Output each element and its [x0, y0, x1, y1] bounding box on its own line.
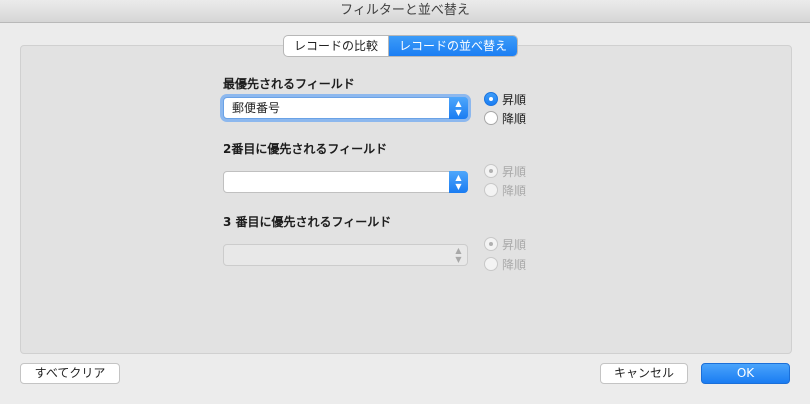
tertiary-descending-radio: 降順 — [484, 256, 526, 272]
tertiary-ascending-label: 昇順 — [502, 237, 527, 252]
secondary-field-label: 2番目に優先されるフィールド — [223, 142, 388, 156]
radio-unselected-icon — [484, 111, 498, 125]
tab-sort-records[interactable]: レコードの並べ替え — [388, 36, 518, 56]
tertiary-descending-label: 降順 — [502, 257, 527, 272]
radio-selected-icon — [484, 237, 498, 251]
sort-panel — [20, 45, 792, 354]
secondary-descending-radio: 降順 — [484, 182, 526, 198]
tertiary-field-select: ▲ ▼ — [223, 244, 468, 266]
radio-selected-icon — [484, 164, 498, 178]
secondary-ascending-radio: 昇順 — [484, 163, 526, 179]
secondary-field-select[interactable]: ▲ ▼ — [223, 171, 468, 193]
chevron-updown-icon: ▲ ▼ — [449, 171, 468, 193]
primary-ascending-label: 昇順 — [502, 92, 527, 107]
tertiary-field-label: 3 番目に優先されるフィールド — [223, 215, 392, 229]
secondary-descending-label: 降順 — [502, 183, 527, 198]
tertiary-ascending-radio: 昇順 — [484, 236, 526, 252]
primary-field-value: 郵便番号 — [232, 101, 281, 115]
primary-field-label: 最優先されるフィールド — [223, 77, 355, 91]
primary-descending-label: 降順 — [502, 111, 527, 126]
chevron-updown-icon: ▲ ▼ — [449, 97, 468, 119]
chevron-updown-icon: ▲ ▼ — [455, 246, 462, 264]
primary-ascending-radio[interactable]: 昇順 — [484, 91, 526, 107]
primary-descending-radio[interactable]: 降順 — [484, 110, 526, 126]
clear-all-button[interactable]: すべてクリア — [20, 363, 120, 384]
tab-bar: レコードの比較 レコードの並べ替え — [284, 36, 518, 56]
secondary-ascending-label: 昇順 — [502, 164, 527, 179]
tab-compare-records[interactable]: レコードの比較 — [284, 36, 388, 56]
primary-field-select[interactable]: 郵便番号 ▲ ▼ — [223, 97, 468, 119]
radio-unselected-icon — [484, 183, 498, 197]
radio-unselected-icon — [484, 257, 498, 271]
radio-selected-icon — [484, 92, 498, 106]
ok-button[interactable]: OK — [701, 363, 790, 384]
window-title: フィルターと並べ替え — [0, 0, 810, 23]
cancel-button[interactable]: キャンセル — [600, 363, 688, 384]
